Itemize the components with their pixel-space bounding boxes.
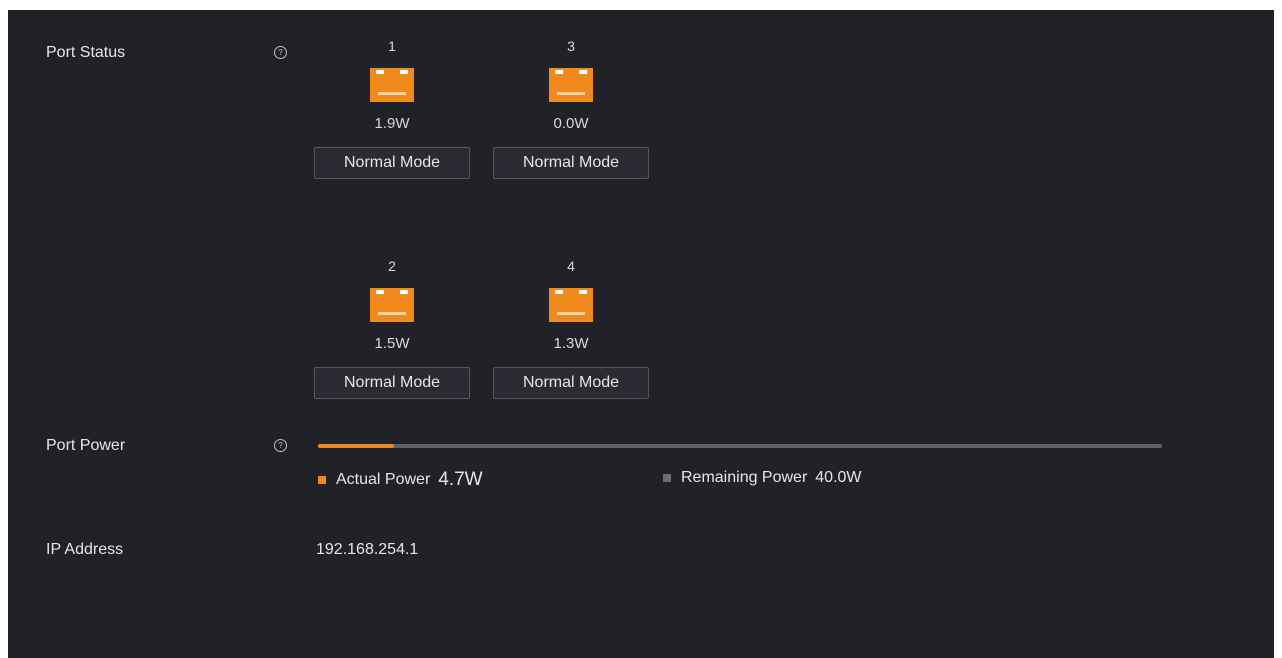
status-panel: Port Status ? 1 1.9W Normal Mode 3 0.0W …	[8, 10, 1274, 658]
port-status-help-icon[interactable]: ?	[274, 46, 287, 59]
remaining-power-value: 40.0W	[815, 469, 862, 486]
port-status-label: Port Status	[46, 44, 126, 61]
port-1: 1 1.9W Normal Mode	[313, 36, 471, 179]
port-4-mode-button[interactable]: Normal Mode	[493, 367, 649, 399]
actual-power-fill	[318, 444, 394, 448]
ethernet-port-icon	[370, 288, 414, 322]
port-power-progress-bar	[318, 444, 1162, 448]
port-2: 2 1.5W Normal Mode	[313, 256, 471, 399]
port-power-value: 1.9W	[374, 115, 410, 132]
actual-power-swatch	[318, 476, 326, 484]
ethernet-port-icon	[549, 68, 593, 102]
ethernet-port-icon	[549, 288, 593, 322]
port-power-value: 1.3W	[553, 335, 589, 352]
port-number: 4	[567, 258, 575, 274]
port-power-value: 0.0W	[553, 115, 589, 132]
port-number: 3	[567, 38, 575, 54]
port-power-value: 1.5W	[374, 335, 410, 352]
port-power-help-icon[interactable]: ?	[274, 439, 287, 452]
port-3-mode-button[interactable]: Normal Mode	[493, 147, 649, 179]
port-2-mode-button[interactable]: Normal Mode	[314, 367, 470, 399]
remaining-power-legend: Remaining Power 40.0W	[663, 469, 862, 487]
port-number: 1	[388, 38, 396, 54]
actual-power-value: 4.7W	[438, 469, 483, 490]
remaining-power-label: Remaining Power	[681, 469, 808, 486]
port-number: 2	[388, 258, 396, 274]
ip-address-label: IP Address	[46, 541, 124, 558]
ip-address-value: 192.168.254.1	[316, 541, 419, 558]
port-power-label: Port Power	[46, 437, 126, 454]
port-4: 4 1.3W Normal Mode	[492, 256, 650, 399]
remaining-power-swatch	[663, 474, 671, 482]
ethernet-port-icon	[370, 68, 414, 102]
port-1-mode-button[interactable]: Normal Mode	[314, 147, 470, 179]
actual-power-label: Actual Power	[336, 471, 431, 488]
actual-power-legend: Actual Power 4.7W	[318, 469, 483, 491]
port-3: 3 0.0W Normal Mode	[492, 36, 650, 179]
